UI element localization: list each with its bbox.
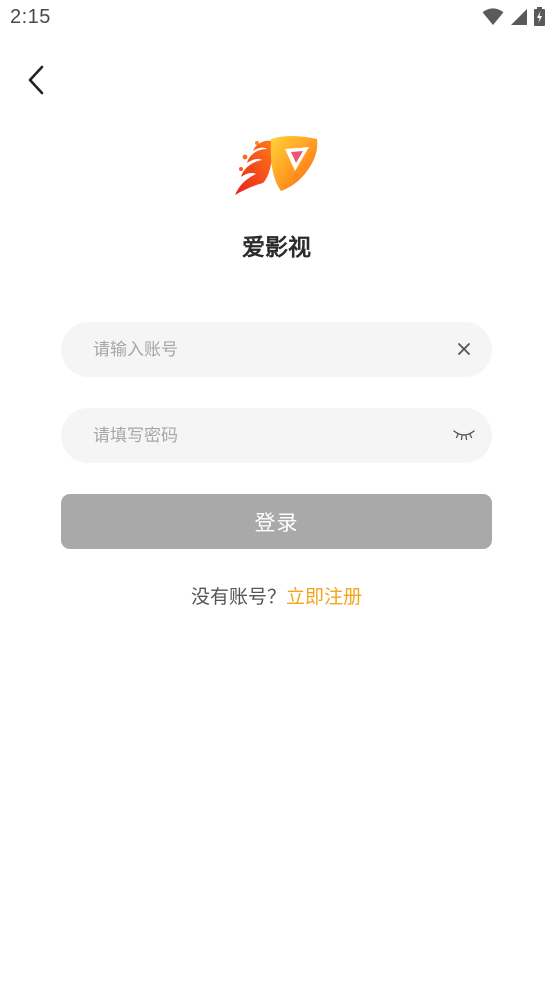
toggle-password-visibility-button[interactable] [450, 421, 478, 449]
account-field [61, 322, 492, 377]
back-button[interactable] [18, 60, 54, 100]
signal-icon [511, 8, 527, 25]
eye-closed-icon [453, 430, 475, 441]
flaming-play-logo [235, 136, 318, 195]
clear-account-button[interactable] [450, 335, 478, 363]
battery-charging-icon [534, 7, 545, 26]
register-prompt: 没有账号？ [190, 586, 286, 608]
status-icons [482, 7, 545, 26]
app-name: 爱影视 [242, 235, 311, 261]
password-field [61, 408, 492, 463]
register-link[interactable]: 立即注册 [286, 586, 362, 608]
chevron-left-icon [28, 65, 44, 95]
status-bar: 2:15 [0, 0, 553, 36]
status-time: 2:15 [10, 6, 51, 28]
account-input[interactable] [93, 322, 433, 377]
wifi-icon [482, 7, 504, 25]
login-button[interactable]: 登录 [61, 494, 492, 549]
password-input[interactable] [93, 408, 433, 463]
login-screen: 2:15 爱影视 请输入账号 登录 没有账号？立即注册 [0, 0, 553, 983]
register-line: 没有账号？立即注册 [0, 582, 553, 609]
close-icon [458, 343, 470, 355]
